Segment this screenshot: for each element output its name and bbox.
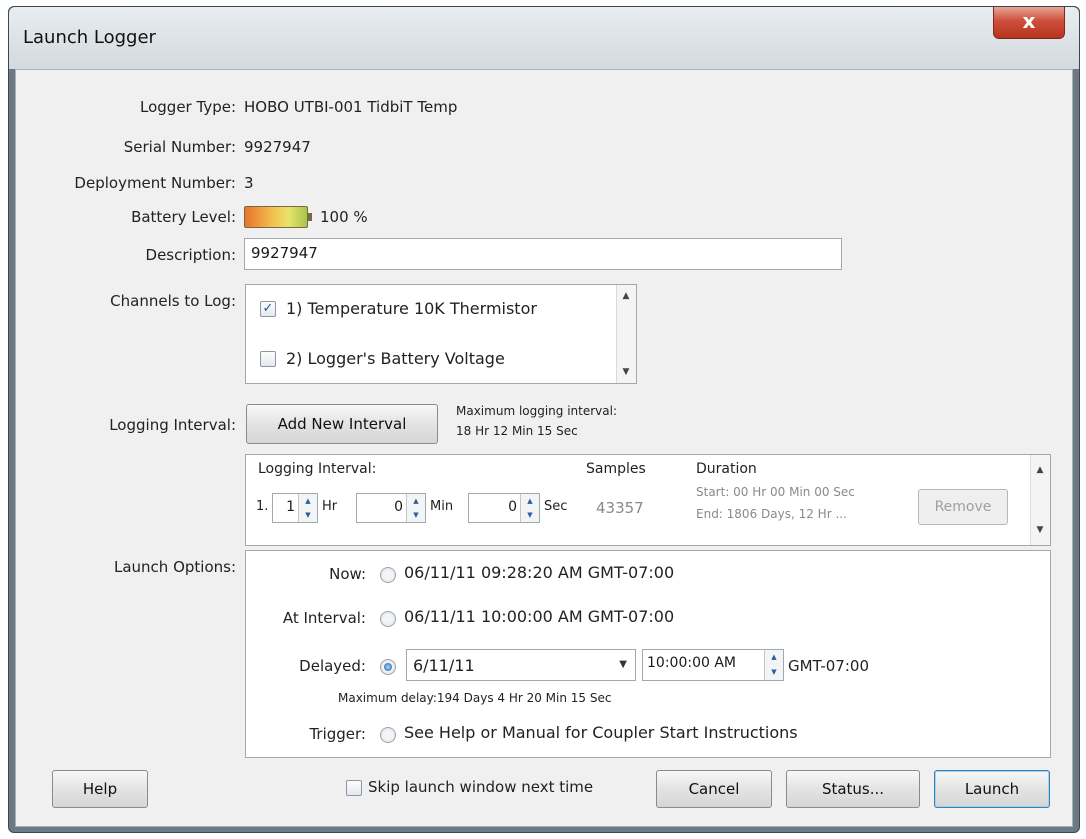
seconds-value: 0 — [508, 499, 517, 515]
close-button[interactable]: x — [993, 7, 1065, 39]
interval-row-index: 1. — [256, 499, 269, 514]
scroll-up-icon[interactable]: ▲ — [1031, 465, 1049, 475]
channel-1-label: 1) Temperature 10K Thermistor — [286, 299, 537, 318]
channel-2-label: 2) Logger's Battery Voltage — [286, 349, 505, 368]
delayed-time-arrows[interactable]: ▲ ▼ — [764, 650, 783, 680]
now-value: 06/11/11 09:28:20 AM GMT-07:00 — [404, 563, 675, 582]
arrow-up-icon[interactable]: ▲ — [765, 650, 783, 665]
delayed-date-value: 6/11/11 — [413, 656, 475, 675]
arrow-down-icon[interactable]: ▼ — [299, 508, 317, 522]
delayed-time-value: 10:00:00 AM — [647, 655, 736, 671]
launch-options-label: Launch Options: — [113, 558, 236, 576]
skip-launch-label: Skip launch window next time — [368, 778, 594, 796]
skip-launch-checkbox[interactable] — [346, 780, 362, 796]
samples-value: 43357 — [596, 499, 644, 517]
description-input[interactable]: 9927947 — [244, 238, 842, 270]
battery-level-value: 100 % — [320, 208, 368, 226]
scroll-up-icon[interactable]: ▲ — [617, 291, 635, 301]
duration-start: Start: 00 Hr 00 Min 00 Sec — [696, 485, 855, 499]
arrow-up-icon[interactable]: ▲ — [521, 494, 539, 508]
interval-list-panel: Logging Interval: Samples Duration 1. 1 … — [245, 454, 1051, 546]
battery-level-label: Battery Level: — [131, 208, 236, 226]
channels-scrollbar[interactable]: ▲ ▼ — [616, 285, 636, 383]
dialog-body: Logger Type: HOBO UTBI-001 TidbiT Temp S… — [15, 69, 1073, 827]
at-interval-radio[interactable] — [380, 611, 396, 627]
remove-button[interactable]: Remove — [918, 489, 1008, 525]
logger-type-value: HOBO UTBI-001 TidbiT Temp — [244, 98, 458, 116]
status-button[interactable]: Status... — [786, 770, 920, 808]
serial-number-label: Serial Number: — [123, 138, 236, 156]
seconds-stepper-arrows[interactable]: ▲ ▼ — [520, 494, 539, 522]
scroll-down-icon[interactable]: ▼ — [617, 367, 635, 377]
deployment-number-label: Deployment Number: — [74, 174, 236, 192]
launch-options-panel: Now: 06/11/11 09:28:20 AM GMT-07:00 At I… — [245, 550, 1051, 758]
hours-value: 1 — [286, 499, 295, 515]
seconds-stepper[interactable]: 0 ▲ ▼ — [468, 493, 540, 523]
delayed-label: Delayed: — [299, 657, 366, 675]
max-logging-interval-label: Maximum logging interval: — [456, 404, 618, 418]
description-label: Description: — [145, 246, 236, 264]
trigger-value: See Help or Manual for Coupler Start Ins… — [404, 723, 798, 742]
title-bar[interactable]: Launch Logger x — [9, 7, 1079, 69]
duration-end: End: 1806 Days, 12 Hr ... — [696, 507, 847, 521]
minutes-stepper[interactable]: 0 ▲ ▼ — [356, 493, 426, 523]
trigger-label: Trigger: — [309, 725, 366, 743]
max-delay-text: Maximum delay:194 Days 4 Hr 20 Min 15 Se… — [338, 691, 612, 705]
delayed-date-select[interactable]: 6/11/11 ▼ — [406, 649, 636, 681]
channel-2-checkbox[interactable] — [260, 351, 276, 367]
add-new-interval-button[interactable]: Add New Interval — [246, 404, 438, 444]
delayed-time-stepper[interactable]: 10:00:00 AM ▲ ▼ — [642, 649, 784, 681]
channels-listbox[interactable]: ✓ 1) Temperature 10K Thermistor 2) Logge… — [245, 284, 637, 384]
trigger-radio[interactable] — [380, 727, 396, 743]
delayed-timezone: GMT-07:00 — [788, 657, 869, 675]
help-button[interactable]: Help — [52, 770, 148, 808]
logger-type-label: Logger Type: — [140, 98, 236, 116]
interval-header: Logging Interval: — [258, 461, 377, 477]
minutes-value: 0 — [394, 499, 403, 515]
arrow-up-icon[interactable]: ▲ — [407, 494, 425, 508]
cancel-button[interactable]: Cancel — [656, 770, 772, 808]
delayed-radio[interactable] — [380, 659, 396, 675]
hours-stepper-arrows[interactable]: ▲ ▼ — [298, 494, 317, 522]
launch-logger-window: Launch Logger x Logger Type: HOBO UTBI-0… — [8, 6, 1080, 833]
arrow-down-icon[interactable]: ▼ — [765, 665, 783, 680]
hours-stepper[interactable]: 1 ▲ ▼ — [272, 493, 318, 523]
max-logging-interval-value: 18 Hr 12 Min 15 Sec — [456, 424, 578, 438]
deployment-number-value: 3 — [244, 174, 254, 192]
chevron-down-icon[interactable]: ▼ — [619, 659, 627, 670]
now-label: Now: — [329, 565, 366, 583]
minutes-unit: Min — [430, 499, 454, 514]
arrow-down-icon[interactable]: ▼ — [521, 508, 539, 522]
close-icon: x — [1022, 9, 1036, 33]
window-title: Launch Logger — [23, 27, 156, 48]
hours-unit: Hr — [322, 499, 338, 514]
arrow-down-icon[interactable]: ▼ — [407, 508, 425, 522]
duration-header: Duration — [696, 461, 757, 477]
channels-label: Channels to Log: — [110, 292, 236, 310]
launch-button[interactable]: Launch — [934, 770, 1050, 808]
scroll-down-icon[interactable]: ▼ — [1031, 525, 1049, 535]
interval-scrollbar[interactable]: ▲ ▼ — [1030, 455, 1050, 545]
minutes-stepper-arrows[interactable]: ▲ ▼ — [406, 494, 425, 522]
battery-icon — [244, 206, 312, 228]
now-radio[interactable] — [380, 567, 396, 583]
at-interval-label: At Interval: — [282, 609, 366, 627]
arrow-up-icon[interactable]: ▲ — [299, 494, 317, 508]
seconds-unit: Sec — [544, 499, 568, 514]
samples-header: Samples — [586, 461, 646, 477]
at-interval-value: 06/11/11 10:00:00 AM GMT-07:00 — [404, 607, 675, 626]
serial-number-value: 9927947 — [244, 138, 311, 156]
logging-interval-label: Logging Interval: — [109, 416, 236, 434]
channel-1-checkbox[interactable]: ✓ — [260, 301, 276, 317]
